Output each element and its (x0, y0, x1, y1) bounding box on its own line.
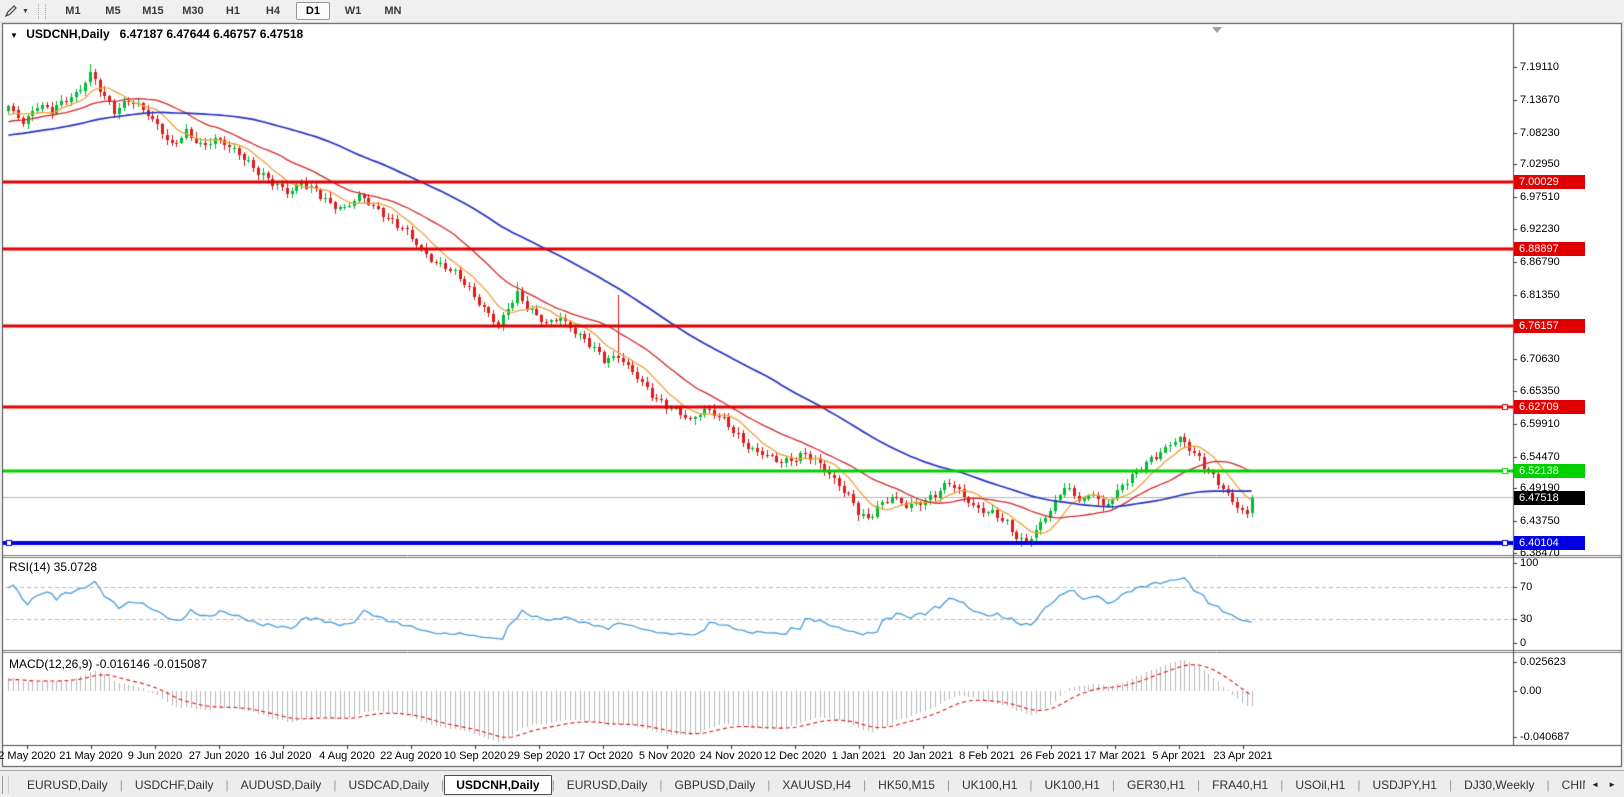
price-axis-label: 7.13670 (1520, 94, 1560, 106)
draw-cursor-icon (4, 4, 18, 18)
price-axis-label: 6.92230 (1520, 223, 1560, 235)
tab-scroll-left-icon[interactable]: ◄ (1591, 780, 1599, 789)
price-level-label-6.76157: 6.76157 (1514, 319, 1585, 333)
tab-GER30-H1[interactable]: GER30,H1 (1115, 775, 1197, 795)
date-axis-label: 1 Jan 2021 (832, 750, 886, 762)
tab-scroll-arrows: ◄ ► (1585, 772, 1624, 796)
symbol-tabbar: EURUSD,Daily|USDCHF,Daily|AUDUSD,Daily|U… (0, 770, 1624, 797)
timeframe-button-M15[interactable]: M15 (136, 2, 170, 20)
price-axis-label: 7.08230 (1520, 127, 1560, 139)
price-level-label-6.40104: 6.40104 (1514, 536, 1585, 550)
date-axis-label: 9 Jun 2020 (128, 750, 182, 762)
tab-DJ30-Weekly[interactable]: DJ30,Weekly (1452, 775, 1546, 795)
timeframe-button-H1[interactable]: H1 (216, 2, 250, 20)
date-axis-label: 10 Sep 2020 (444, 750, 506, 762)
tab-UK100-H1[interactable]: UK100,H1 (1033, 775, 1112, 795)
tab-XAUUSD-H4[interactable]: XAUUSD,H4 (770, 775, 863, 795)
price-axis-label: 6.81350 (1520, 289, 1560, 301)
timeframe-button-M30[interactable]: M30 (176, 2, 210, 20)
tab-AUDUSD-Daily[interactable]: AUDUSD,Daily (229, 775, 334, 795)
timeframe-toolbar: ▼ M1 M5 M15 M30 H1 H4 D1 W1 MN (0, 0, 1624, 23)
timeframe-button-D1[interactable]: D1 (296, 2, 330, 20)
date-axis-label: 23 Apr 2021 (1213, 750, 1272, 762)
date-axis-label: 12 Dec 2020 (764, 750, 826, 762)
chart-canvas[interactable] (0, 0, 1624, 797)
macd-label: MACD(12,26,9) -0.016146 -0.015087 (9, 657, 207, 671)
tab-USOil-H1[interactable]: USOil,H1 (1283, 775, 1357, 795)
chart-title: ▼ USDCNH,Daily 6.47187 6.47644 6.46757 6… (10, 27, 303, 41)
tab-FRA40-H1[interactable]: FRA40,H1 (1200, 775, 1280, 795)
rsi-label: RSI(14) 35.0728 (9, 560, 97, 574)
tab-HK50-M15[interactable]: HK50,M15 (866, 775, 947, 795)
tabbar-grip (2, 776, 9, 794)
timeframe-button-MN[interactable]: MN (376, 2, 410, 20)
macd-axis-label: 0.025623 (1520, 656, 1566, 668)
price-axis-label: 6.97510 (1520, 191, 1560, 203)
date-axis-label: 22 Aug 2020 (380, 750, 442, 762)
tab-USDCAD-Daily[interactable]: USDCAD,Daily (336, 775, 441, 795)
chart-symbol-label: USDCNH,Daily (26, 27, 109, 41)
price-axis-label: 7.02950 (1520, 158, 1560, 170)
date-axis-label: 20 Jan 2021 (893, 750, 954, 762)
symbol-tabs: EURUSD,Daily|USDCHF,Daily|AUDUSD,Daily|U… (15, 773, 1624, 796)
price-axis-label: 6.65350 (1520, 385, 1560, 397)
date-axis-label: 4 Aug 2020 (319, 750, 375, 762)
rsi-axis-label: 0 (1520, 637, 1526, 649)
timeframe-button-W1[interactable]: W1 (336, 2, 370, 20)
price-level-label-6.88897: 6.88897 (1514, 242, 1585, 256)
date-axis-label: 2 May 2020 (0, 750, 56, 762)
dropdown-caret-icon: ▼ (22, 8, 29, 15)
rsi-axis-label: 70 (1520, 581, 1532, 593)
current-price-label: 6.47518 (1514, 491, 1585, 505)
tab-EURUSD-Daily[interactable]: EURUSD,Daily (15, 775, 120, 795)
date-axis-label: 16 Jul 2020 (255, 750, 312, 762)
price-level-label-6.52138: 6.52138 (1514, 464, 1585, 478)
price-level-label-7.00029: 7.00029 (1514, 175, 1585, 189)
rsi-axis-label: 100 (1520, 557, 1538, 569)
date-axis-label: 17 Oct 2020 (573, 750, 633, 762)
timeframe-button-M5[interactable]: M5 (96, 2, 130, 20)
mt4-terminal: ▼ M1 M5 M15 M30 H1 H4 D1 W1 MN ▼ USDCNH,Daily 6.… (0, 0, 1624, 797)
price-axis-label: 6.43750 (1520, 515, 1560, 527)
date-axis-label: 26 Feb 2021 (1020, 750, 1082, 762)
collapse-arrow-icon[interactable]: ▼ (10, 31, 18, 40)
price-axis-label: 6.70630 (1520, 353, 1560, 365)
price-axis-label: 6.59910 (1520, 418, 1560, 430)
date-axis-label: 5 Apr 2021 (1152, 750, 1205, 762)
date-axis-label: 24 Nov 2020 (700, 750, 762, 762)
timeframe-button-H4[interactable]: H4 (256, 2, 290, 20)
tab-UK100-H1[interactable]: UK100,H1 (950, 775, 1029, 795)
price-axis-label: 6.54470 (1520, 451, 1560, 463)
tab-scroll-right-icon[interactable]: ► (1608, 780, 1616, 789)
tab-EURUSD-Daily[interactable]: EURUSD,Daily (555, 775, 660, 795)
timeframe-button-M1[interactable]: M1 (56, 2, 90, 20)
chart-shift-marker-icon[interactable] (1212, 27, 1222, 33)
price-axis-label: 7.19110 (1520, 61, 1559, 73)
tab-GBPUSD-Daily[interactable]: GBPUSD,Daily (663, 775, 768, 795)
date-axis-label: 27 Jun 2020 (189, 750, 250, 762)
toolbar-grip[interactable] (38, 4, 46, 19)
tab-USDJPY-H1[interactable]: USDJPY,H1 (1360, 775, 1448, 795)
date-axis-label: 21 May 2020 (59, 750, 123, 762)
macd-axis-label: -0.040687 (1520, 731, 1570, 743)
date-axis-label: 8 Feb 2021 (959, 750, 1015, 762)
macd-axis-label: 0.00 (1520, 685, 1541, 697)
timeframe-buttons: M1 M5 M15 M30 H1 H4 D1 W1 MN (56, 2, 416, 20)
tab-USDCNH-Daily[interactable]: USDCNH,Daily (444, 775, 551, 795)
date-axis-label: 29 Sep 2020 (508, 750, 570, 762)
draw-tool-button[interactable]: ▼ (0, 4, 34, 18)
price-level-label-6.62709: 6.62709 (1514, 400, 1585, 414)
tab-USDCHF-Daily[interactable]: USDCHF,Daily (123, 775, 226, 795)
price-axis-label: 6.86790 (1520, 256, 1560, 268)
rsi-axis-label: 30 (1520, 613, 1532, 625)
date-axis-label: 17 Mar 2021 (1084, 750, 1146, 762)
chart-ohlc-values: 6.47187 6.47644 6.46757 6.47518 (120, 27, 304, 41)
date-axis-label: 5 Nov 2020 (639, 750, 695, 762)
